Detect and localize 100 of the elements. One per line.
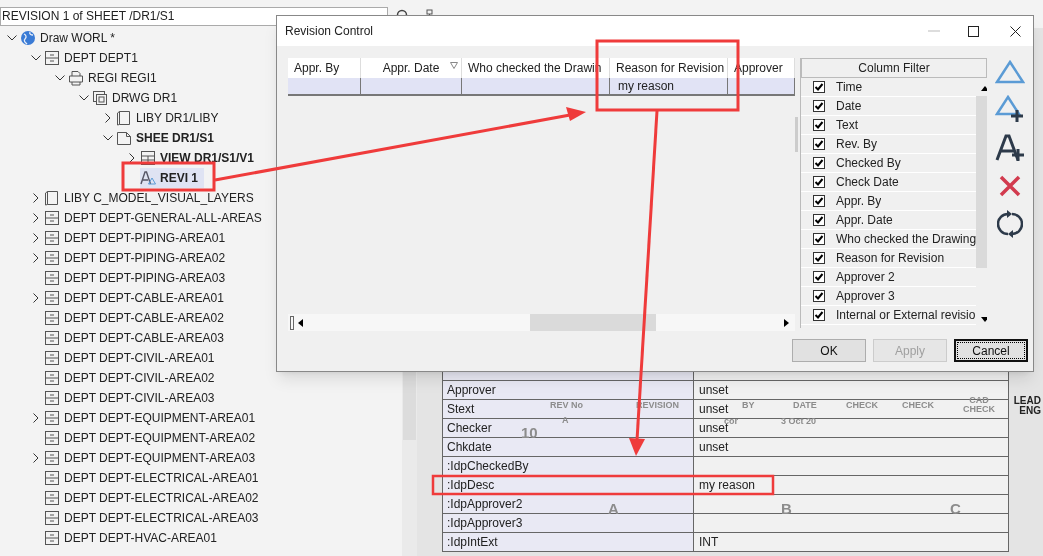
table-cell: my reason xyxy=(618,79,675,93)
checkbox[interactable] xyxy=(812,195,825,207)
list-item-label: Rev. By xyxy=(836,136,878,153)
dialog-button[interactable]: OK xyxy=(792,339,866,362)
tree-item[interactable]: DEPT DEPT-CIVIL-AREA01 xyxy=(44,348,221,368)
expanded-chevron-icon[interactable] xyxy=(55,75,65,81)
tree-item[interactable]: DEPT DEPT-PIPING-AREA01 xyxy=(44,228,232,248)
checkbox[interactable] xyxy=(812,100,825,112)
dialog-button[interactable]: Cancel xyxy=(954,339,1028,362)
tree-item[interactable]: DRWG DR1 xyxy=(92,88,184,108)
cabinet-icon xyxy=(44,270,60,286)
book-icon xyxy=(116,110,132,126)
close-icon[interactable] xyxy=(1010,25,1021,37)
collapsed-chevron-icon[interactable] xyxy=(129,153,135,163)
tree-item[interactable]: VIEW DR1/S1/V1 xyxy=(140,148,261,168)
add-text-icon[interactable] xyxy=(995,134,1025,164)
checkbox[interactable] xyxy=(812,233,825,245)
tree-item[interactable]: DEPT DEPT-EQUIPMENT-AREA01 xyxy=(44,408,262,428)
tree-item[interactable]: REVI 1 xyxy=(140,168,204,188)
collapsed-chevron-icon[interactable] xyxy=(33,293,39,303)
checkbox[interactable] xyxy=(812,138,825,150)
cabinet-icon xyxy=(44,370,60,386)
scroll-down-icon[interactable] xyxy=(980,317,987,322)
tree-item[interactable]: Draw WORL * xyxy=(20,28,121,48)
refresh-icon[interactable] xyxy=(997,208,1023,240)
cabinet-icon xyxy=(44,250,60,266)
collapsed-chevron-icon[interactable] xyxy=(105,113,111,123)
title-block-text: C xyxy=(950,504,961,513)
add-triangle-icon[interactable] xyxy=(995,95,1025,123)
book-icon xyxy=(44,190,60,206)
maximize-icon[interactable] xyxy=(968,25,979,37)
printer-icon xyxy=(68,70,84,86)
checkbox[interactable] xyxy=(812,252,825,264)
title-block-text: CHECK xyxy=(846,401,878,410)
title-block-text: A xyxy=(608,504,619,513)
tree-item[interactable]: DEPT DEPT-GENERAL-ALL-AREAS xyxy=(44,208,268,228)
cabinet-icon xyxy=(44,230,60,246)
tree-item[interactable]: DEPT DEPT-EQUIPMENT-AREA02 xyxy=(44,428,262,448)
cabinet-icon xyxy=(44,350,60,366)
tree-item[interactable]: DEPT DEPT-EQUIPMENT-AREA03 xyxy=(44,448,262,468)
title-block-text: REV No xyxy=(550,401,583,410)
list-item-label: Reason for Revision xyxy=(836,250,945,267)
horizontal-scrollbar[interactable] xyxy=(288,314,795,331)
page-icon xyxy=(116,130,132,146)
expanded-chevron-icon[interactable] xyxy=(31,55,41,61)
scroll-right-icon[interactable] xyxy=(784,318,789,327)
dialog-title: Revision Control xyxy=(284,23,375,40)
tree-item[interactable]: LIBY C_MODEL_VISUAL_LAYERS xyxy=(44,188,260,208)
cabinet-icon xyxy=(44,410,60,426)
tree-item[interactable]: REGI REGI1 xyxy=(68,68,163,88)
filter-icon[interactable] xyxy=(450,62,458,69)
scroll-up-icon[interactable] xyxy=(980,86,987,91)
tree-item[interactable]: LIBY DR1/LIBY xyxy=(116,108,225,128)
checkbox[interactable] xyxy=(812,271,825,283)
list-item-label: Time xyxy=(836,79,863,96)
checkbox[interactable] xyxy=(812,176,825,188)
tree-item[interactable]: DEPT DEPT-ELECTRICAL-AREA02 xyxy=(44,488,265,508)
tree-item[interactable]: DEPT DEPT-CIVIL-AREA02 xyxy=(44,368,221,388)
tree-item[interactable]: DEPT DEPT-PIPING-AREA03 xyxy=(44,268,232,288)
checkbox[interactable] xyxy=(812,290,825,302)
cabinet-icon xyxy=(44,530,60,546)
cabinet-icon xyxy=(44,210,60,226)
tree-item[interactable]: DEPT DEPT-CABLE-AREA03 xyxy=(44,328,230,348)
cabinet-icon xyxy=(44,450,60,466)
checkbox[interactable] xyxy=(812,157,825,169)
delete-icon[interactable] xyxy=(999,175,1021,197)
tree-item[interactable]: DEPT DEPT-ELECTRICAL-AREA03 xyxy=(44,508,265,528)
table-row[interactable]: my reason xyxy=(288,78,795,96)
collapsed-chevron-icon[interactable] xyxy=(33,233,39,243)
drawing-label: ENG xyxy=(1019,406,1041,416)
collapsed-chevron-icon[interactable] xyxy=(33,253,39,263)
list-item-label: Check Date xyxy=(836,174,899,191)
checkbox[interactable] xyxy=(812,81,825,93)
expanded-chevron-icon[interactable] xyxy=(79,95,89,101)
cabinet-icon xyxy=(44,510,60,526)
checkbox[interactable] xyxy=(812,214,825,226)
list-item-label: Text xyxy=(836,117,858,134)
list-item-label: Appr. By xyxy=(836,193,882,210)
tree-item[interactable]: DEPT DEPT-CIVIL-AREA03 xyxy=(44,388,221,408)
scroll-left-icon[interactable] xyxy=(298,318,303,327)
tree-item[interactable]: DEPT DEPT-HVAC-AREA01 xyxy=(44,528,223,548)
tree-item[interactable]: DEPT DEPT-CABLE-AREA01 xyxy=(44,288,230,308)
expanded-chevron-icon[interactable] xyxy=(103,135,113,141)
triangle-icon[interactable] xyxy=(995,60,1025,84)
tree-item[interactable]: DEPT DEPT-PIPING-AREA02 xyxy=(44,248,232,268)
list-item-label: Internal or External revisio xyxy=(836,307,976,324)
tree-item[interactable]: DEPT DEPT1 xyxy=(44,48,144,68)
checkbox[interactable] xyxy=(812,309,825,321)
cabinet-icon xyxy=(44,430,60,446)
collapsed-chevron-icon[interactable] xyxy=(33,193,39,203)
expanded-chevron-icon[interactable] xyxy=(7,35,17,41)
tree-item[interactable]: DEPT DEPT-CABLE-AREA02 xyxy=(44,308,230,328)
tree-item[interactable]: SHEE DR1/S1 xyxy=(116,128,221,148)
tree-item[interactable]: DEPT DEPT-ELECTRICAL-AREA01 xyxy=(44,468,265,488)
collapsed-chevron-icon[interactable] xyxy=(33,413,39,423)
collapsed-chevron-icon[interactable] xyxy=(33,453,39,463)
title-block-text: 3 Oct 20 xyxy=(781,417,817,426)
collapsed-chevron-icon[interactable] xyxy=(33,213,39,223)
cabinet-icon xyxy=(44,310,60,326)
checkbox[interactable] xyxy=(812,119,825,131)
